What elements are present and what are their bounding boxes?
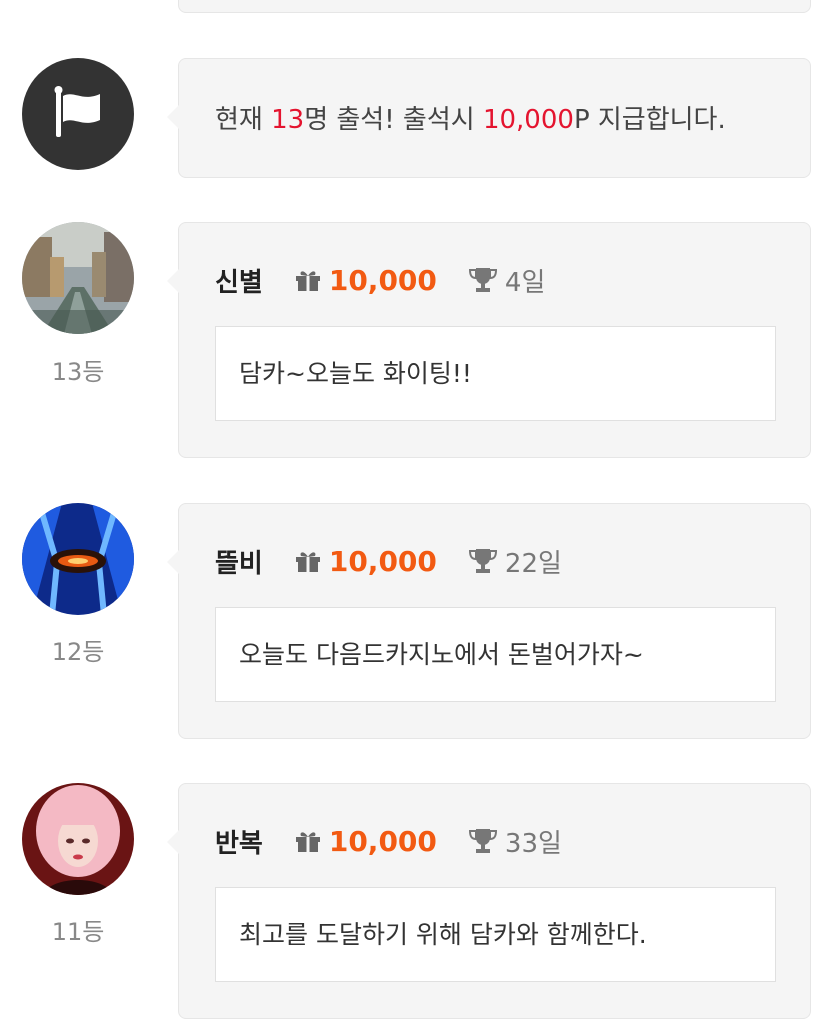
user-avatar[interactable] xyxy=(22,222,134,334)
attendance-message: 담카~오늘도 화이팅!! xyxy=(215,326,776,421)
attendance-entry: 반복 10,000 33일 최고를 도달하기 위해 담카와 함께한다. xyxy=(167,783,811,1019)
trophy-icon xyxy=(468,549,497,573)
rank-label: 13등 xyxy=(51,358,105,386)
streak-days: 22일 xyxy=(504,548,562,579)
nickname[interactable]: 신별 xyxy=(215,262,263,299)
user-avatar[interactable] xyxy=(22,503,134,615)
gift-icon xyxy=(295,832,320,852)
gift-icon xyxy=(295,552,320,572)
points-value: 10,000 xyxy=(328,263,437,297)
points-value: 10,000 xyxy=(328,824,437,858)
rank-label: 12등 xyxy=(51,638,105,666)
reward-amount: 10,000 xyxy=(482,105,574,135)
nickname[interactable]: 반복 xyxy=(215,823,263,860)
attendance-entry: 신별 10,000 4일 담카~오늘도 화이팅!! xyxy=(167,222,811,458)
streak-days: 4일 xyxy=(504,267,546,298)
flag-icon xyxy=(54,86,100,137)
user-avatar[interactable] xyxy=(22,783,134,895)
trophy-icon xyxy=(468,829,497,853)
streak-days: 33일 xyxy=(504,828,562,859)
gift-icon xyxy=(295,271,320,291)
attendance-message: 최고를 도달하기 위해 담카와 함께한다. xyxy=(215,887,776,982)
attendee-count: 13 xyxy=(271,105,305,135)
trophy-icon xyxy=(468,268,497,292)
attendance-notice: 현재 13명 출석! 출석시 10,000P 지급합니다. xyxy=(167,58,811,178)
rank-label: 11등 xyxy=(51,918,105,946)
points-value: 10,000 xyxy=(328,544,437,578)
nickname[interactable]: 뜰비 xyxy=(215,543,263,580)
previous-card xyxy=(178,0,811,13)
attendance-message: 오늘도 다음드카지노에서 돈벌어가자~ xyxy=(215,607,776,702)
notice-text: 현재 13명 출석! 출석시 10,000P 지급합니다. xyxy=(215,105,726,135)
attendance-entry: 뜰비 10,000 22일 오늘도 다음드카지노에서 돈벌어가자~ xyxy=(167,503,811,739)
flag-avatar xyxy=(22,58,134,170)
